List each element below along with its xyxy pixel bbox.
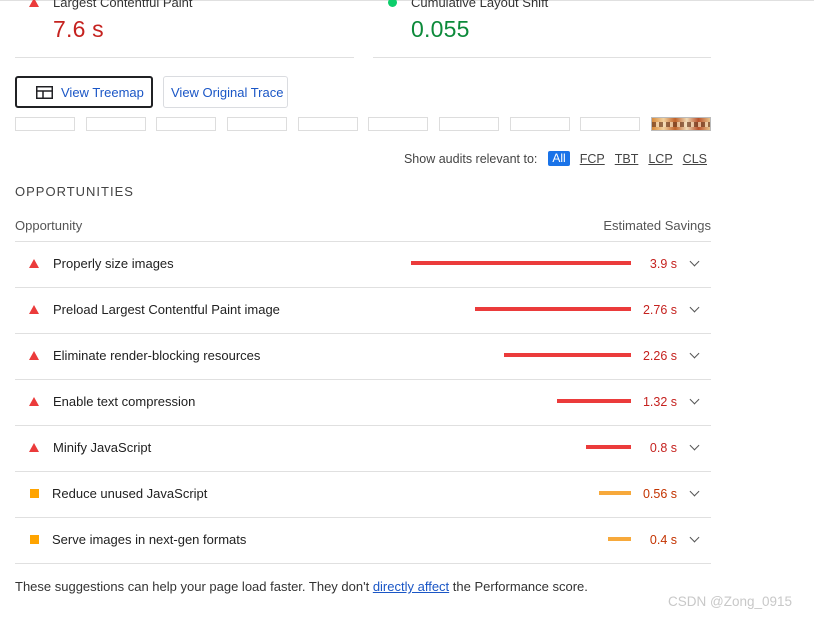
section-title: OPPORTUNITIES [15, 184, 134, 199]
opportunity-title: Reduce unused JavaScript [52, 486, 208, 501]
fail-triangle-icon [29, 305, 39, 314]
filmstrip-frame [510, 117, 570, 131]
pass-circle-icon [388, 0, 397, 7]
savings-value: 0.56 s [642, 487, 677, 501]
directly-affect-link[interactable]: directly affect [373, 579, 449, 594]
filmstrip-frame [86, 117, 146, 131]
filter-label: Show audits relevant to: [403, 151, 538, 166]
savings-value: 2.76 s [642, 303, 677, 317]
opportunity-row[interactable]: Properly size images 3.9 s [15, 241, 711, 287]
chevron-down-icon[interactable] [689, 440, 700, 451]
chevron-down-icon[interactable] [689, 302, 700, 313]
opportunity-title: Minify JavaScript [53, 440, 152, 455]
metric-cls: Cumulative Layout Shift 0.055 [373, 0, 548, 43]
filter-chip-cls[interactable]: CLS [683, 152, 707, 166]
opportunity-row[interactable]: Serve images in next-gen formats 0.4 s [15, 517, 711, 563]
opportunities-header: Opportunity Estimated Savings [15, 218, 711, 233]
filter-chip-tbt[interactable]: TBT [615, 152, 639, 166]
chevron-down-icon[interactable] [689, 348, 700, 359]
metric-label: Largest Contentful Paint [53, 0, 193, 10]
filmstrip-frame [227, 117, 287, 131]
filter-chip-lcp[interactable]: LCP [648, 152, 672, 166]
fail-triangle-icon [29, 443, 39, 452]
filmstrip-frame [439, 117, 499, 131]
filmstrip-frame [156, 117, 216, 131]
filmstrip-frame [368, 117, 428, 131]
opportunity-title: Preload Largest Contentful Paint image [53, 302, 280, 317]
view-treemap-label: View Treemap [61, 84, 144, 100]
view-original-trace-button[interactable]: View Original Trace [163, 76, 288, 108]
chevron-down-icon[interactable] [689, 256, 700, 267]
column-estimated-savings: Estimated Savings [603, 218, 711, 233]
footer-text: the Performance score. [449, 579, 588, 594]
filmstrip-frame [15, 117, 75, 131]
savings-bar [608, 537, 631, 541]
column-opportunity: Opportunity [15, 218, 83, 233]
chevron-down-icon[interactable] [689, 532, 700, 543]
savings-value: 3.9 s [649, 257, 677, 271]
filmstrip-frame-loaded [651, 117, 711, 131]
savings-bar [475, 307, 631, 311]
savings-bar [557, 399, 631, 403]
fail-triangle-icon [29, 0, 39, 7]
metric-label: Cumulative Layout Shift [411, 0, 549, 10]
view-trace-label: View Original Trace [171, 84, 284, 100]
fail-triangle-icon [29, 351, 39, 360]
opportunity-title: Enable text compression [53, 394, 196, 409]
footer-text: These suggestions can help your page loa… [15, 579, 373, 594]
savings-bar [599, 491, 631, 495]
opportunity-row[interactable]: Enable text compression 1.32 s [15, 379, 711, 425]
chevron-down-icon[interactable] [689, 486, 700, 497]
opportunity-title: Properly size images [53, 256, 174, 271]
fail-triangle-icon [29, 397, 39, 406]
row-divider [15, 563, 711, 564]
footer-note: These suggestions can help your page loa… [15, 579, 588, 594]
metric-lcp: Largest Contentful Paint 7.6 s [15, 0, 192, 43]
metric-divider [373, 57, 711, 58]
opportunity-row[interactable]: Eliminate render-blocking resources 2.26… [15, 333, 711, 379]
fail-triangle-icon [29, 259, 39, 268]
average-square-icon [30, 535, 39, 544]
opportunity-row[interactable]: Reduce unused JavaScript 0.56 s [15, 471, 711, 517]
filter-chip-all[interactable]: All [548, 151, 570, 166]
savings-value: 1.32 s [642, 395, 677, 409]
opportunity-title: Eliminate render-blocking resources [53, 348, 261, 363]
savings-value: 0.8 s [649, 441, 677, 455]
filmstrip-frame [580, 117, 640, 131]
view-treemap-button[interactable]: View Treemap [15, 76, 153, 108]
opportunity-row[interactable]: Minify JavaScript 0.8 s [15, 425, 711, 471]
metric-divider [15, 57, 354, 58]
metric-value: 0.055 [411, 16, 470, 42]
opportunity-row[interactable]: Preload Largest Contentful Paint image 2… [15, 287, 711, 333]
metric-value: 7.6 s [53, 16, 104, 42]
savings-value: 2.26 s [642, 349, 677, 363]
savings-bar [411, 261, 631, 265]
chevron-down-icon[interactable] [689, 394, 700, 405]
filmstrip-frame [298, 117, 358, 131]
audit-filter: Show audits relevant to: All FCP TBT LCP… [404, 151, 707, 166]
savings-value: 0.4 s [649, 533, 677, 547]
filter-chip-fcp[interactable]: FCP [580, 152, 605, 166]
average-square-icon [30, 489, 39, 498]
watermark: CSDN @Zong_0915 [668, 594, 793, 609]
opportunity-title: Serve images in next-gen formats [52, 532, 247, 547]
savings-bar [504, 353, 631, 357]
treemap-icon [36, 85, 53, 99]
savings-bar [586, 445, 631, 449]
